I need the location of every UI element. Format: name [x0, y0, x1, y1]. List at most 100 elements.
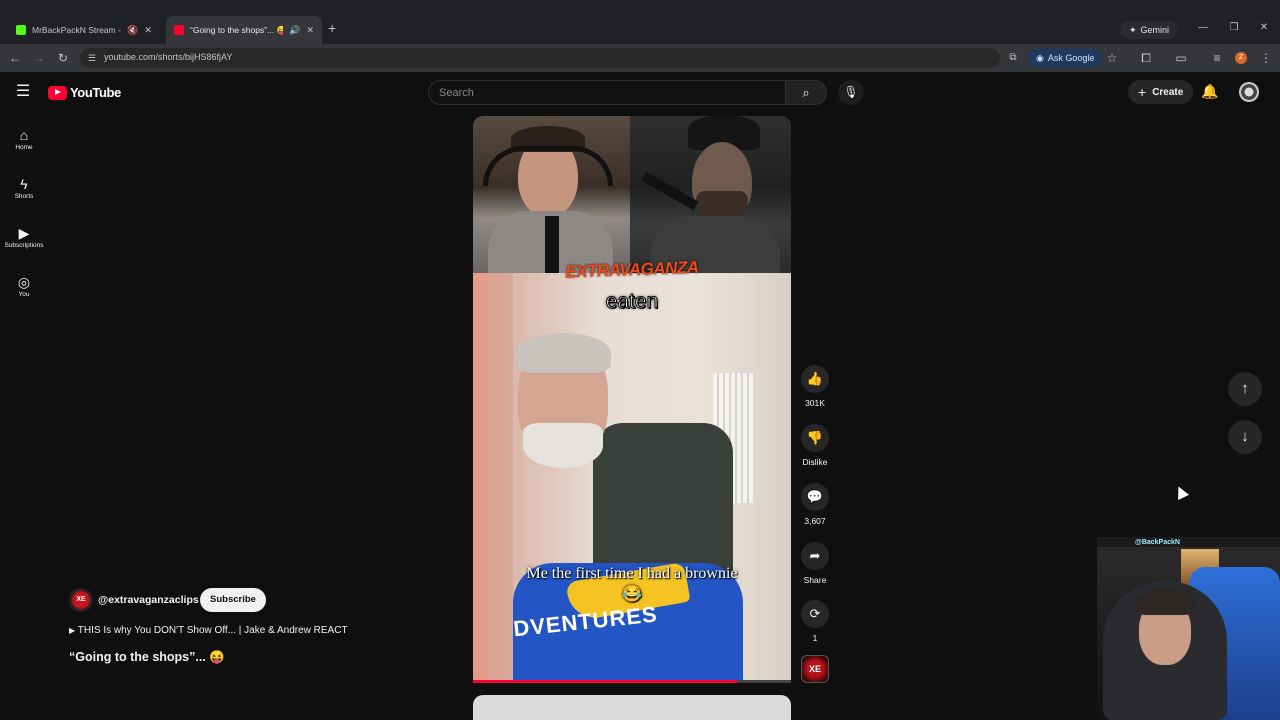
url-text[interactable]: youtube.com/shorts/bijHS86fjAY	[104, 52, 232, 62]
create-button[interactable]: + Create	[1128, 80, 1194, 104]
youtube-play-icon	[48, 85, 67, 100]
arrow-up-icon: ↑	[1241, 380, 1249, 397]
media-controls-icon[interactable]: ≡	[1209, 50, 1225, 66]
mute-icon[interactable]: 🔇	[127, 25, 138, 36]
related-video-link[interactable]: ▶ THIS Is why You DON'T Show Off... | Ja…	[69, 625, 348, 636]
next-short-button[interactable]: ↓	[1228, 420, 1262, 454]
man-hair	[515, 333, 611, 373]
bookmark-star-icon[interactable]: ☆	[1104, 50, 1120, 66]
search-icon: ⌕	[802, 85, 810, 100]
ask-google-label: Ask Google	[1047, 53, 1095, 63]
comment-count: 3,607	[804, 516, 826, 526]
share-label: Share	[803, 575, 827, 585]
audio-playing-icon[interactable]: 🔊	[289, 25, 300, 36]
search-input[interactable]: Search	[428, 80, 786, 105]
like-count: 301K	[805, 398, 825, 408]
caption-bottom: Me the first time I had a brownie 😂	[526, 565, 738, 603]
mic-arm-right	[641, 171, 699, 211]
like-button[interactable]: 👍	[801, 365, 829, 393]
shorts-icon: ϟ	[20, 176, 28, 192]
short-title: “Going to the shops”... 😝	[69, 650, 225, 664]
close-window-icon[interactable]: ✕	[1257, 22, 1271, 33]
previous-short-button[interactable]: ↑	[1228, 372, 1262, 406]
minimize-icon[interactable]: —	[1196, 22, 1210, 33]
subscribe-button[interactable]: Subscribe	[200, 588, 266, 612]
video-progress-fill	[473, 680, 737, 683]
tab-title: “Going to the shops”... 😝	[190, 24, 284, 35]
remix-count: 1	[812, 633, 818, 643]
sidebar-item-you[interactable]: ◎ You	[0, 273, 48, 298]
browser-tab-youtube[interactable]: “Going to the shops”... 😝 🔊 ✕	[166, 16, 322, 44]
channel-thumbnail[interactable]: XE	[801, 655, 829, 683]
cast-icon[interactable]: ▭	[1173, 50, 1189, 66]
sidebar-item-label: Subscriptions	[4, 242, 44, 249]
voice-search-button[interactable]: 🎙	[838, 80, 864, 105]
browser-profile-avatar[interactable]: Z	[1235, 52, 1247, 64]
plus-icon: +	[1138, 84, 1147, 100]
thumbs-up-icon: 👍	[806, 371, 824, 386]
search-placeholder: Search	[439, 86, 474, 99]
share-button[interactable]: ➦	[801, 542, 829, 570]
headphones-icon	[483, 146, 613, 186]
streamer-hair	[1135, 589, 1195, 615]
streamer-webcam-overlay: @BackPackN	[1097, 537, 1280, 720]
youtube-favicon-icon	[174, 25, 184, 35]
caption-top: eaten	[605, 290, 659, 314]
remix-button[interactable]: ⟳	[801, 600, 829, 628]
youtube-logo[interactable]: YouTube	[48, 85, 121, 100]
microphone-icon: 🎙	[843, 85, 859, 99]
share-arrow-icon: ➦	[809, 548, 821, 563]
youtube-logo-text: YouTube	[70, 85, 121, 100]
podcast-camera-left	[473, 116, 630, 273]
podcast-camera-right	[630, 116, 791, 273]
sidebar-item-label: Shorts	[14, 193, 34, 200]
comments-button[interactable]: 💬	[801, 483, 829, 511]
channel-name[interactable]: @extravaganzaclips	[98, 594, 199, 606]
create-label: Create	[1152, 86, 1184, 98]
channel-avatar[interactable]: XE	[69, 588, 93, 612]
dislike-button[interactable]: 👎	[801, 424, 829, 452]
thumbs-down-icon: 👎	[806, 430, 824, 445]
site-info-icon[interactable]: ☰	[84, 50, 100, 66]
gemini-button[interactable]: ✦ Gemini	[1120, 21, 1179, 39]
arrow-down-icon: ↓	[1241, 428, 1249, 445]
clip-blur-left	[473, 273, 513, 682]
sidebar-item-home[interactable]: ⌂ Home	[0, 126, 48, 151]
related-video-title: THIS Is why You DON'T Show Off... | Jake…	[77, 625, 348, 636]
shorts-video-player[interactable]: EXTRAVAGANZA eaten DVENTURES Me the firs…	[473, 116, 791, 682]
forward-icon[interactable]: →	[31, 50, 47, 66]
reload-icon[interactable]: ↻	[55, 50, 71, 66]
subscriptions-icon: ▶	[18, 225, 30, 241]
you-icon: ◎	[17, 274, 31, 290]
ask-google-button[interactable]: ◉ Ask Google	[1028, 49, 1103, 67]
search-button[interactable]: ⌕	[785, 80, 827, 105]
home-icon: ⌂	[19, 127, 29, 143]
back-icon[interactable]: ←	[7, 50, 23, 66]
play-icon: ▶	[69, 626, 76, 635]
browser-tab-kick[interactable]: MrBackPackN Stream - Wa 🔇 ✕	[8, 16, 160, 44]
account-avatar[interactable]	[1239, 82, 1259, 102]
extensions-icon[interactable]: ⧠	[1138, 50, 1154, 66]
next-short-preview[interactable]	[473, 695, 791, 720]
browser-menu-icon[interactable]: ⋮	[1258, 50, 1274, 66]
streamer-tag: @BackPackN	[1135, 539, 1180, 546]
tab-title: MrBackPackN Stream - Wa	[32, 25, 121, 35]
remix-icon: ⟳	[809, 606, 821, 621]
lens-icon: ◉	[1036, 52, 1044, 63]
restore-icon[interactable]: ❐	[1227, 22, 1241, 33]
close-tab-icon[interactable]: ✕	[144, 25, 152, 36]
sparkle-icon: ✦	[1129, 24, 1137, 35]
sidebar-item-subscriptions[interactable]: ▶ Subscriptions	[0, 224, 48, 249]
hamburger-menu-icon[interactable]: ☰	[14, 84, 32, 100]
sidebar-item-label: You	[18, 291, 30, 298]
sidebar-item-label: Home	[15, 144, 33, 151]
notifications-bell-icon[interactable]: 🔔	[1201, 83, 1219, 100]
install-app-icon[interactable]: ⧉	[1005, 50, 1021, 66]
gemini-label: Gemini	[1140, 25, 1170, 35]
sidebar-item-shorts[interactable]: ϟ Shorts	[0, 175, 48, 200]
new-tab-button[interactable]: +	[328, 20, 336, 36]
kick-favicon-icon	[16, 25, 26, 35]
close-tab-icon[interactable]: ✕	[306, 25, 314, 36]
man-beard	[523, 423, 603, 468]
dislike-label: Dislike	[802, 457, 828, 467]
